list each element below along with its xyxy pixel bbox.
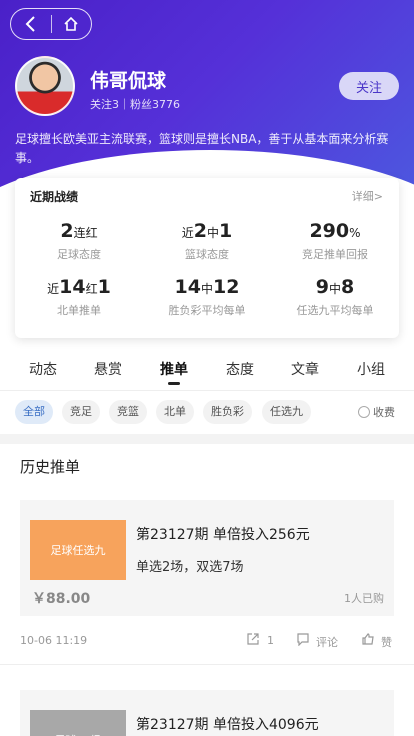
record-label: 任选九平均每单 [296, 304, 374, 317]
pick-subtitle: 单选2场，双选7场 [136, 560, 244, 575]
nav-capsule [10, 8, 92, 40]
pick-price: ￥88.00 [32, 591, 91, 607]
fee-toggle[interactable]: 收费 [358, 404, 395, 420]
active-tab-indicator [168, 382, 180, 385]
record-label: 竞足推单回报 [302, 248, 368, 261]
record-label: 北单推单 [57, 304, 101, 317]
comment-icon[interactable] [296, 632, 310, 649]
record-label: 胜负彩平均每单 [168, 304, 246, 317]
tab-wenzhang[interactable]: 文章 [291, 359, 319, 379]
pick-meta-row: 10-06 11:19 1 评论 赞 [0, 632, 414, 652]
pick-title: 第23127期 单倍投入4096元 [136, 717, 319, 733]
like-icon[interactable] [361, 632, 375, 649]
filter-renxuanjiu[interactable]: 任选九 [262, 400, 311, 424]
history-title: 历史推单 [20, 458, 81, 476]
comment-button[interactable]: 评论 [316, 634, 338, 650]
pick-title: 第23127期 单倍投入256元 [136, 527, 310, 543]
content-tabs: 动态 悬赏 推单 态度 文章 小组 [0, 347, 414, 391]
filter-jinglan[interactable]: 竞篮 [109, 400, 147, 424]
follow-button[interactable]: 关注 [339, 72, 399, 100]
avatar[interactable] [15, 56, 75, 116]
pick-tag: 足球任选九 [30, 520, 126, 580]
record-cell[interactable]: 近2中1 篮球态度 [143, 218, 271, 262]
radio-icon [358, 406, 370, 418]
filter-all[interactable]: 全部 [15, 400, 53, 424]
chevron-left-icon [25, 16, 35, 32]
pick-item[interactable]: 足球任选九 第23127期 单倍投入256元 单选2场，双选7场 ￥88.00 … [20, 500, 394, 616]
home-icon [64, 16, 78, 31]
record-cell[interactable]: 290% 竞足推单回报 [271, 218, 399, 262]
filter-beidan[interactable]: 北单 [156, 400, 194, 424]
profile-name: 伟哥侃球 [90, 70, 167, 92]
record-title: 近期战绩 [30, 190, 79, 204]
pick-item[interactable]: 足球14场 第23127期 单倍投入4096元 [20, 690, 394, 736]
record-cell[interactable]: 近14红1 北单推单 [15, 274, 143, 318]
row-divider [0, 664, 414, 665]
share-count: 1 [267, 634, 274, 647]
tab-tuidan[interactable]: 推单 [160, 359, 188, 379]
filter-shengfucai[interactable]: 胜负彩 [203, 400, 252, 424]
pick-time: 10-06 11:19 [20, 634, 88, 647]
home-button[interactable] [51, 9, 91, 39]
record-label: 足球态度 [57, 248, 101, 261]
fee-label: 收费 [373, 406, 395, 419]
tab-xuanshang[interactable]: 悬赏 [94, 359, 122, 379]
recent-record-card: 近期战绩 详细> 2连红 足球态度 近2中1 篮球态度 290% 竞足推单回报 … [15, 178, 399, 338]
record-cell[interactable]: 2连红 足球态度 [15, 218, 143, 262]
record-cell[interactable]: 14中12 胜负彩平均每单 [143, 274, 271, 318]
pick-buy-count: 1人已购 [344, 592, 384, 605]
pick-tag: 足球14场 [30, 710, 126, 736]
filter-jingzu[interactable]: 竞足 [62, 400, 100, 424]
tab-taidu[interactable]: 态度 [226, 359, 254, 379]
tab-xiaozu[interactable]: 小组 [357, 359, 385, 379]
record-detail-link[interactable]: 详细> [352, 188, 383, 204]
back-button[interactable] [11, 9, 51, 39]
filter-bar: 全部 竞足 竞篮 北单 胜负彩 任选九 收费 [0, 400, 414, 426]
section-divider [0, 434, 414, 444]
share-icon[interactable] [246, 632, 260, 649]
record-label: 篮球态度 [185, 248, 229, 261]
profile-bio: 足球擅长欧美亚主流联赛，篮球则是擅长NBA，善于从基本面来分析赛事。 [15, 132, 389, 165]
follow-stats[interactable]: 关注3｜粉丝3776 [90, 96, 180, 112]
tab-dongtai[interactable]: 动态 [29, 359, 57, 379]
like-button[interactable]: 赞 [381, 634, 392, 650]
record-cell[interactable]: 9中8 任选九平均每单 [271, 274, 399, 318]
